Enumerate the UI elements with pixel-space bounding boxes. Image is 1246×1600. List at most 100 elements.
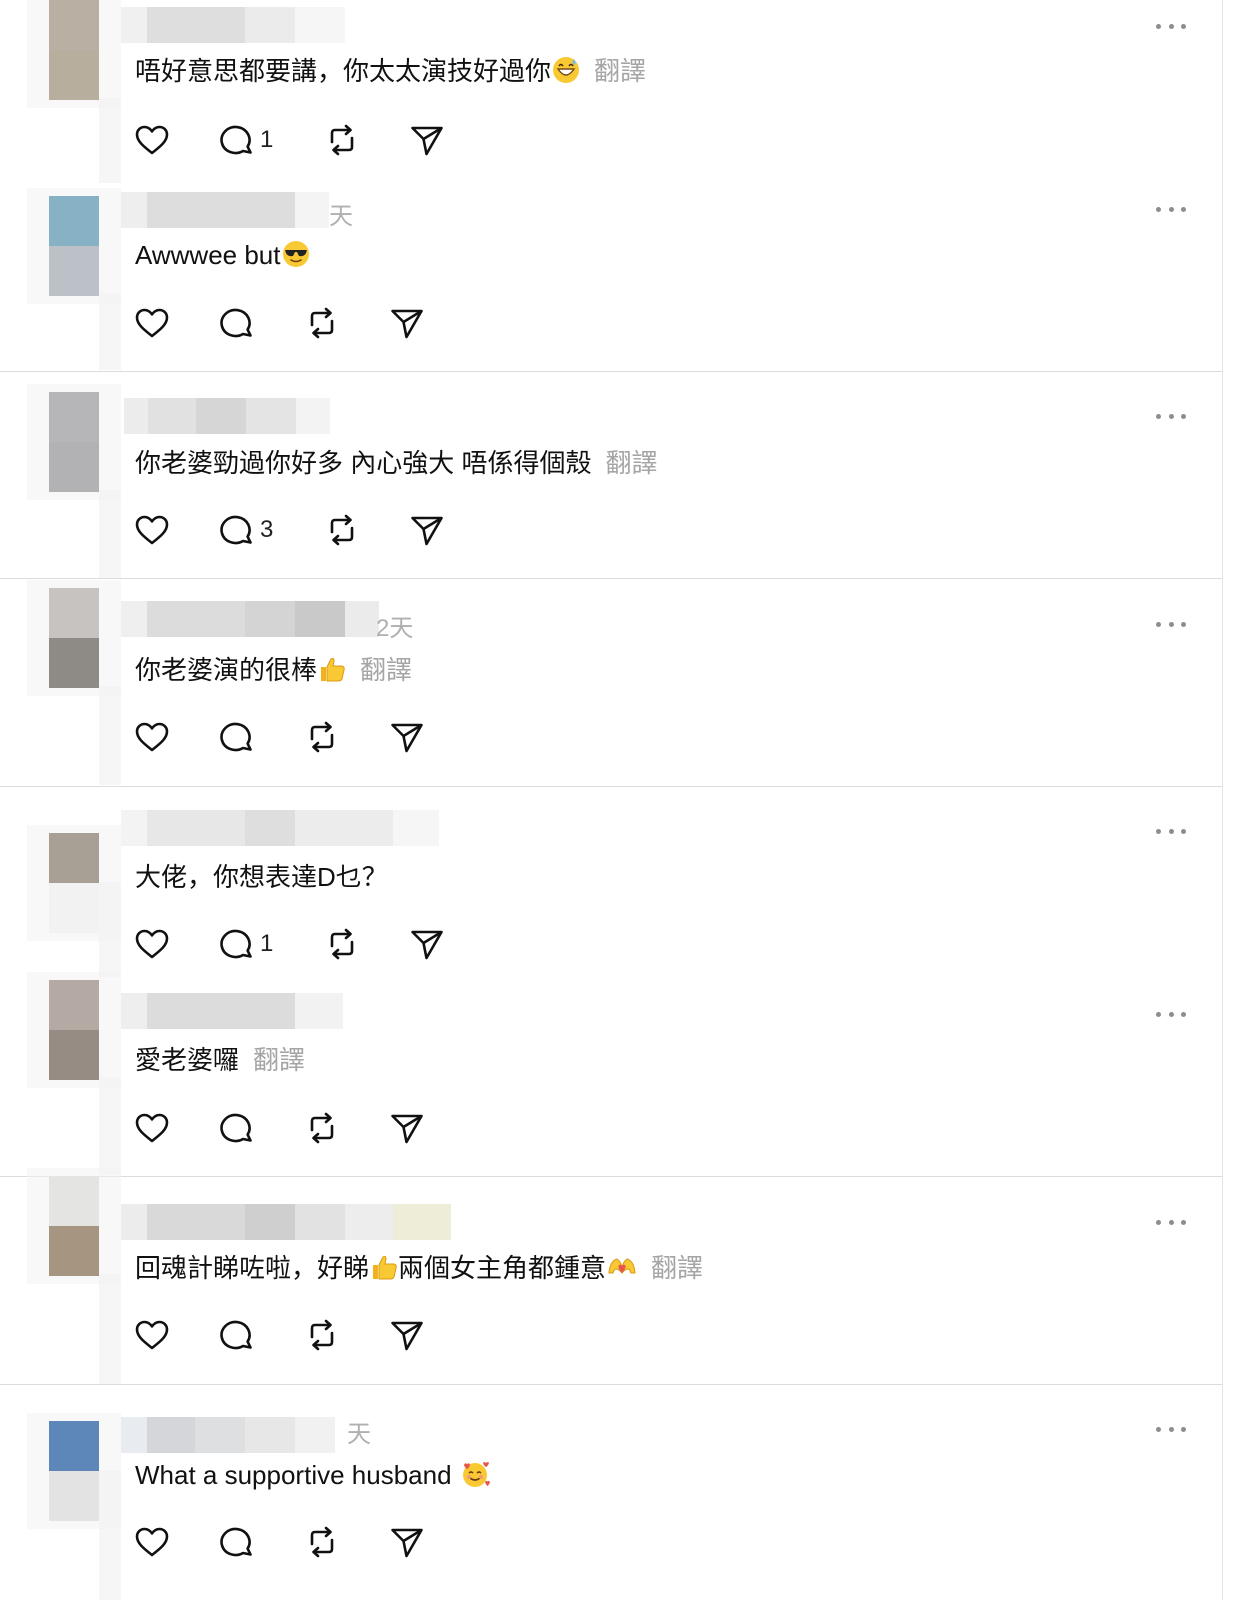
comment-text: 回魂計睇咗啦，好睇 兩個女主角都鍾意 翻譯: [135, 1250, 703, 1290]
avatar[interactable]: [27, 825, 121, 941]
more-options-button[interactable]: [1156, 409, 1186, 423]
more-options-button[interactable]: [1156, 1007, 1186, 1021]
avatar[interactable]: [27, 1168, 121, 1284]
comment-text: What a supportive husband: [135, 1457, 490, 1497]
like-button[interactable]: [134, 512, 219, 548]
avatar[interactable]: [27, 188, 121, 304]
comment-icon: [220, 929, 252, 959]
translate-link[interactable]: 翻譯: [253, 1045, 305, 1075]
avatar[interactable]: [27, 384, 121, 500]
share-button[interactable]: [409, 512, 445, 548]
thread-line: [99, 686, 121, 785]
like-button[interactable]: [134, 1317, 219, 1353]
avatar[interactable]: [27, 972, 121, 1088]
reply-button[interactable]: [219, 1524, 304, 1560]
repost-icon: [310, 1319, 334, 1351]
thumbs-up-emoji: [370, 1253, 398, 1290]
timestamp: 2天: [376, 615, 414, 642]
thumbs-up-emoji: [318, 655, 346, 692]
heart-icon: [135, 1527, 169, 1557]
share-button[interactable]: [389, 719, 425, 755]
separator: [0, 578, 1222, 579]
action-bar: [134, 1523, 425, 1561]
heart-icon: [135, 125, 169, 155]
repost-button[interactable]: [304, 719, 389, 755]
comment-icon: [220, 308, 252, 338]
grinning-sweat-emoji: [552, 56, 580, 93]
like-button[interactable]: [134, 1524, 219, 1560]
reply-button[interactable]: 1: [219, 122, 324, 158]
repost-button[interactable]: [304, 1110, 389, 1146]
comment-text: 你老婆勁過你好多 內心強大 唔係得個殼 翻譯: [135, 448, 658, 478]
share-icon: [411, 126, 443, 156]
share-button[interactable]: [409, 122, 445, 158]
heart-icon: [135, 308, 169, 338]
reply-button[interactable]: 3: [219, 512, 324, 548]
username-blurred[interactable]: [121, 810, 439, 846]
avatar[interactable]: [27, 1413, 121, 1529]
share-icon: [391, 1114, 423, 1144]
repost-button[interactable]: [324, 122, 409, 158]
thread-line: [99, 1077, 121, 1175]
reply-button[interactable]: [219, 719, 304, 755]
username-blurred[interactable]: [121, 192, 329, 228]
comment-icon: [220, 1527, 252, 1557]
more-options-button[interactable]: [1156, 824, 1186, 838]
translate-link[interactable]: 翻譯: [594, 56, 646, 86]
repost-button[interactable]: [304, 305, 389, 341]
username-blurred[interactable]: [121, 7, 345, 43]
sunglasses-emoji: [282, 240, 310, 277]
repost-button[interactable]: [304, 1317, 389, 1353]
like-button[interactable]: [134, 926, 219, 962]
username-blurred[interactable]: [121, 601, 379, 637]
repost-button[interactable]: [324, 926, 409, 962]
more-options-button[interactable]: [1156, 202, 1186, 216]
more-options-button[interactable]: [1156, 1422, 1186, 1436]
share-button[interactable]: [389, 305, 425, 341]
repost-button[interactable]: [324, 512, 409, 548]
reply-button[interactable]: [219, 1110, 304, 1146]
more-options-button[interactable]: [1156, 617, 1186, 631]
reply-button[interactable]: 1: [219, 926, 324, 962]
share-icon: [411, 516, 443, 546]
thread-line: [99, 1274, 121, 1384]
translate-link[interactable]: 翻譯: [605, 448, 657, 478]
share-button[interactable]: [409, 926, 445, 962]
repost-icon: [310, 1526, 334, 1558]
comment-icon: [220, 1113, 252, 1143]
username-blurred[interactable]: [121, 1417, 335, 1453]
translate-link[interactable]: 翻譯: [360, 655, 412, 685]
username-blurred[interactable]: [121, 1204, 451, 1240]
reply-button[interactable]: [219, 1317, 304, 1353]
comment-text: 你老婆演的很棒 翻譯: [135, 652, 412, 692]
repost-button[interactable]: [304, 1524, 389, 1560]
username-blurred[interactable]: [121, 993, 343, 1029]
like-button[interactable]: [134, 122, 219, 158]
translate-link[interactable]: 翻譯: [651, 1253, 703, 1283]
share-button[interactable]: [389, 1317, 425, 1353]
repost-icon: [310, 1112, 334, 1144]
action-bar: [134, 718, 425, 756]
like-button[interactable]: [134, 1110, 219, 1146]
share-icon: [391, 1528, 423, 1558]
avatar[interactable]: [27, 0, 121, 108]
more-options-button[interactable]: [1156, 19, 1186, 33]
timestamp: 天: [329, 203, 353, 230]
avatar[interactable]: [27, 580, 121, 696]
comments-screen: 唔好意思都要講，你太太演技好過你 翻譯 1 天 Awwwee but 你老婆勁過…: [0, 0, 1223, 1600]
smiling-with-hearts-emoji: [460, 1460, 490, 1497]
share-button[interactable]: [389, 1110, 425, 1146]
like-button[interactable]: [134, 305, 219, 341]
heart-icon: [135, 929, 169, 959]
share-button[interactable]: [389, 1524, 425, 1560]
username-blurred[interactable]: [124, 398, 330, 434]
action-bar: 1: [134, 925, 445, 963]
heart-icon: [135, 1113, 169, 1143]
separator: [0, 371, 1222, 372]
reply-button[interactable]: [219, 305, 304, 341]
more-options-button[interactable]: [1156, 1215, 1186, 1229]
action-bar: 1: [134, 121, 445, 159]
like-button[interactable]: [134, 719, 219, 755]
comment-icon: [220, 515, 252, 545]
separator: [0, 786, 1222, 787]
